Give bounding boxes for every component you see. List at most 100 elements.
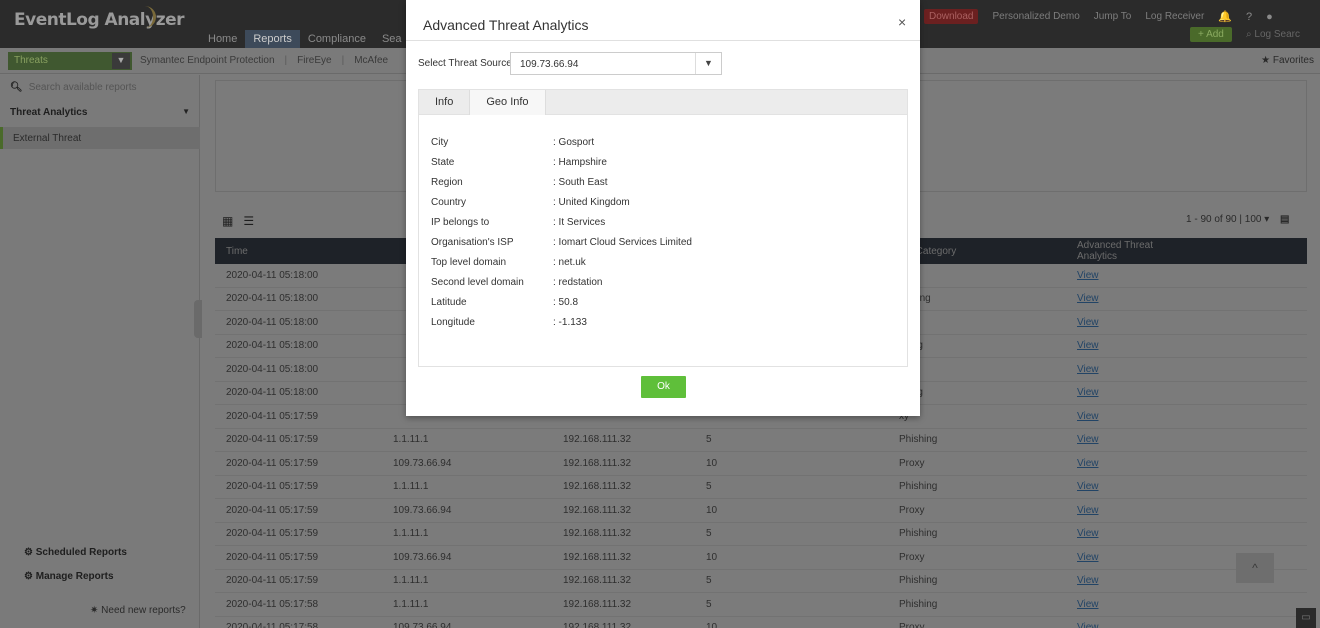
sidebar-category[interactable]: Threat Analytics ▼ [10,107,190,118]
geo-info-row: Second level domain: redstation [431,277,602,288]
view-link[interactable]: View [1077,270,1177,281]
user-icon[interactable]: ● [1266,11,1273,23]
threat-source-value: 109.73.66.94 [520,59,579,70]
view-link[interactable]: View [1077,364,1177,375]
log-search-input[interactable]: ⌕ Log Searc [1246,29,1300,40]
cell-category: Phishing [899,528,938,540]
cell-destination: 192.168.111.32 [563,434,632,446]
view-link[interactable]: View [1077,622,1177,628]
threat-analytics-dialog: Advanced Threat Analytics × Select Threa… [406,0,920,416]
geo-value: : Gosport [553,137,595,148]
grid-view-icon[interactable]: ▦ [222,214,233,228]
tab-info[interactable]: Info [419,90,469,115]
chevron-down-icon[interactable]: ▼ [112,53,130,69]
jump-to-link[interactable]: Jump To [1094,11,1132,22]
scheduled-reports-link[interactable]: ⚙ Scheduled Reports [24,547,127,558]
favorites-link[interactable]: ★ Favorites [1261,55,1314,66]
cell-destination: 192.168.111.32 [563,622,632,628]
nav-compliance[interactable]: Compliance [300,30,374,48]
list-view-icon[interactable]: ☰ [243,214,254,228]
view-link[interactable]: View [1077,293,1177,304]
header-ata[interactable]: Advanced Threat Analytics [1077,240,1177,262]
cell-category: xy [899,364,1077,375]
table-row: 2020-04-11 05:17:58 1.1.11.1 192.168.111.3… [215,593,1307,617]
chat-icon[interactable]: ▭ [1296,608,1316,628]
cell-category: xy [899,410,909,422]
bell-icon[interactable]: 🔔 [1218,10,1232,23]
sidebar-search-placeholder: Search available reports [28,82,137,93]
geo-info-row: Longitude: -1.133 [431,317,587,328]
view-link[interactable]: View [1077,411,1177,422]
tab-mcafee[interactable]: McAfee [354,55,388,66]
cell-time: 2020-04-11 05:17:58 [226,598,319,610]
tab-fireeye[interactable]: FireEye [297,55,331,66]
cell-severity: 10 [706,551,718,563]
nav-home[interactable]: Home [200,30,245,48]
view-link[interactable]: View [1077,317,1177,328]
geo-info-row: Country: United Kingdom [431,197,630,208]
table-row: 2020-04-11 05:17:59 1.1.11.1 192.168.111.3… [215,476,1307,499]
chevron-down-icon[interactable]: ▼ [695,53,721,74]
cell-time: 2020-04-11 05:17:59 [226,434,319,446]
view-link[interactable]: View [1077,434,1177,445]
table-row: 2020-04-11 05:17:58 109.73.66.94 192.168.1… [215,617,1307,628]
page-size-select[interactable]: | 100 ▾ [1239,214,1269,225]
cell-time: 2020-04-11 05:18:00 [226,293,319,305]
view-link[interactable]: View [1077,599,1177,610]
need-new-reports-link[interactable]: ✷ Need new reports? [90,605,186,616]
table-row: 2020-04-11 05:17:59 109.73.66.94 192.168.1… [215,452,1307,476]
cell-category: Phishing [899,434,938,446]
geo-key: Organisation's ISP [431,237,514,248]
caret-down-icon: ▼ [182,107,190,116]
tab-symantec[interactable]: Symantec Endpoint Protection [140,55,275,66]
sidebar-item-external-threat[interactable]: External Threat [0,127,200,149]
cell-source: 1.1.11.1 [393,528,429,540]
log-receiver-link[interactable]: Log Receiver [1145,11,1204,22]
nav-reports[interactable]: Reports [245,30,300,48]
geo-value: : Hampshire [553,157,607,168]
geo-value: : United Kingdom [553,197,630,208]
help-icon[interactable]: ? [1246,11,1252,23]
settings-icon: ⚙ [24,571,36,582]
cell-severity: 5 [706,575,712,587]
geo-info-row: State: Hampshire [431,157,607,168]
geo-info-row: Organisation's ISP: Iomart Cloud Service… [431,237,692,248]
manage-reports-link[interactable]: ⚙ Manage Reports [24,571,114,582]
geo-info-row: Region: South East [431,177,607,188]
tab-geo-info[interactable]: Geo Info [469,90,546,115]
app-logo[interactable]: EventLog Analyzer [14,10,185,30]
header-time[interactable]: Time [215,246,393,257]
close-icon[interactable]: × [898,14,906,30]
personalized-demo-link[interactable]: Personalized Demo [992,11,1079,22]
pager: 1 - 90 of 90 | 100 ▾ ▤ [1186,214,1290,225]
view-link[interactable]: View [1077,387,1177,398]
threat-source-select[interactable]: 109.73.66.94 ▼ [510,52,722,75]
view-link[interactable]: View [1077,340,1177,351]
dialog-tabs: Info Geo Info [418,89,908,115]
view-link[interactable]: View [1077,481,1177,492]
view-link[interactable]: View [1077,575,1177,586]
view-link[interactable]: View [1077,458,1177,469]
geo-info-row: City: Gosport [431,137,594,148]
table-row: 2020-04-11 05:17:59 109.73.66.94 192.168.1… [215,546,1307,570]
header-category[interactable]: eat Category [899,246,1077,257]
ok-button[interactable]: Ok [641,376,686,398]
download-button[interactable]: Download [924,9,979,24]
scroll-top-button[interactable]: ^ [1236,553,1274,583]
geo-info-row: Top level domain: net.uk [431,257,586,268]
column-settings-icon[interactable]: ▤ [1280,214,1289,225]
add-button[interactable]: + Add [1190,27,1232,42]
category-select[interactable]: Threats ▼ [8,52,132,70]
sidebar-collapse-handle[interactable] [194,300,202,338]
nav-search[interactable]: Sea [374,30,410,48]
right-nav: Download Personalized Demo Jump To Log R… [924,9,1273,24]
category-select-value: Threats [14,55,48,66]
dialog-divider [406,40,920,41]
view-link[interactable]: View [1077,528,1177,539]
view-link[interactable]: View [1077,505,1177,516]
view-link[interactable]: View [1077,552,1177,563]
tab-divider: | [341,55,345,66]
cell-time: 2020-04-11 05:17:59 [226,504,319,516]
cell-destination: 192.168.111.32 [563,575,632,587]
sidebar-search-input[interactable]: 🔍︎ Search available reports [10,82,137,93]
